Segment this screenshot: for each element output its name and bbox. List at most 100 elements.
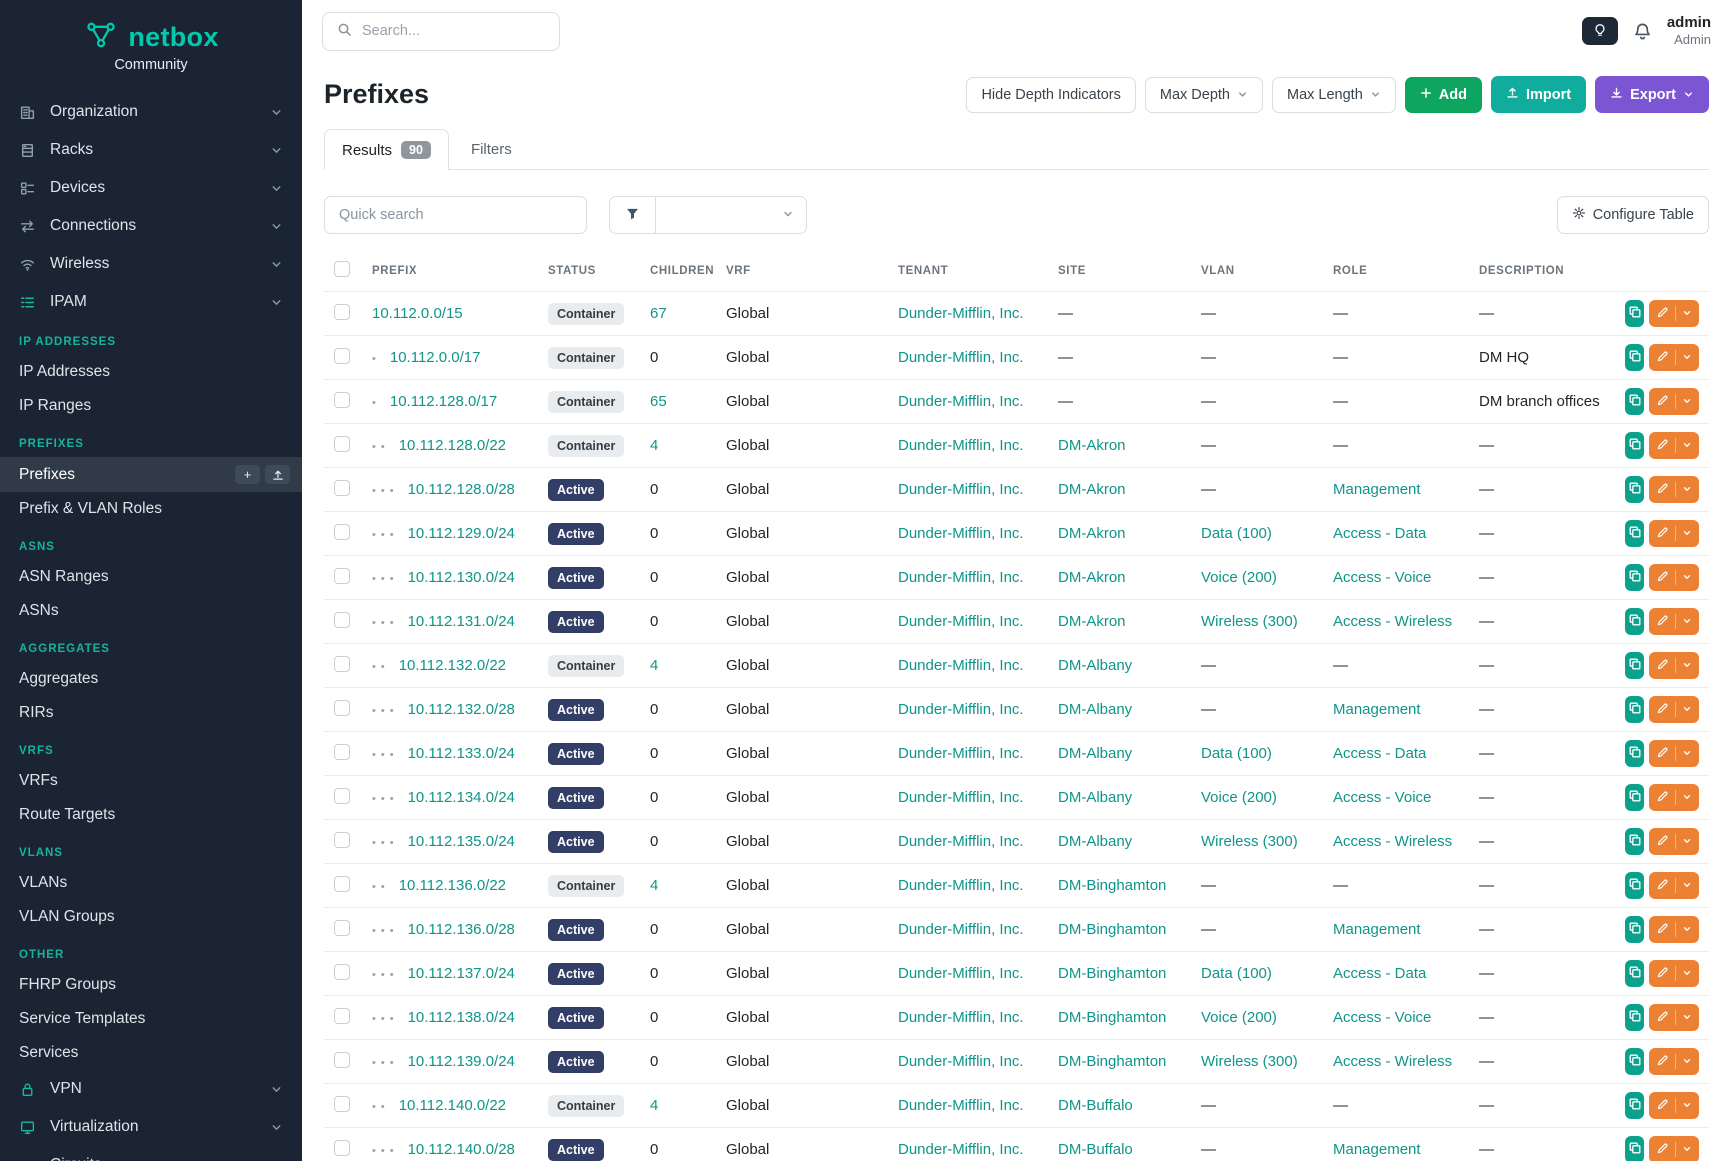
user-menu[interactable]: admin Admin bbox=[1667, 14, 1711, 49]
prefix-link[interactable]: 10.112.132.0/28 bbox=[408, 701, 515, 718]
prefix-link[interactable]: 10.112.139.0/24 bbox=[408, 1053, 515, 1070]
tenant-link[interactable]: Dunder-Mifflin, Inc. bbox=[898, 1097, 1024, 1114]
tenant-link[interactable]: Dunder-Mifflin, Inc. bbox=[898, 525, 1024, 542]
tenant-link[interactable]: Dunder-Mifflin, Inc. bbox=[898, 921, 1024, 938]
prefix-link[interactable]: 10.112.140.0/28 bbox=[408, 1141, 515, 1158]
site-link[interactable]: DM-Albany bbox=[1058, 657, 1132, 674]
site-link[interactable]: DM-Akron bbox=[1058, 569, 1126, 586]
select-all-checkbox[interactable] bbox=[334, 261, 350, 277]
tenant-link[interactable]: Dunder-Mifflin, Inc. bbox=[898, 745, 1024, 762]
prefix-link[interactable]: 10.112.140.0/22 bbox=[399, 1097, 506, 1114]
site-link[interactable]: DM-Albany bbox=[1058, 833, 1132, 850]
site-link[interactable]: DM-Binghamton bbox=[1058, 921, 1166, 938]
tenant-link[interactable]: Dunder-Mifflin, Inc. bbox=[898, 789, 1024, 806]
column-header-status[interactable]: STATUS bbox=[538, 250, 640, 292]
sidebar-item-fhrp-groups[interactable]: FHRP Groups bbox=[0, 968, 302, 1002]
row-checkbox[interactable] bbox=[334, 1096, 350, 1112]
edit-button[interactable] bbox=[1649, 1004, 1699, 1031]
prefix-link[interactable]: 10.112.130.0/24 bbox=[408, 569, 515, 586]
children-count[interactable]: 4 bbox=[650, 657, 658, 674]
site-link[interactable]: DM-Akron bbox=[1058, 437, 1126, 454]
vlan-link[interactable]: Wireless (300) bbox=[1201, 613, 1298, 630]
sidebar-item-vlan-groups[interactable]: VLAN Groups bbox=[0, 900, 302, 934]
import-button[interactable]: Import bbox=[1491, 76, 1586, 113]
prefix-link[interactable]: 10.112.135.0/24 bbox=[408, 833, 515, 850]
row-checkbox[interactable] bbox=[334, 832, 350, 848]
edit-button[interactable] bbox=[1649, 784, 1699, 811]
column-header-children[interactable]: CHILDREN bbox=[640, 250, 716, 292]
edit-button[interactable] bbox=[1649, 652, 1699, 679]
prefix-link[interactable]: 10.112.131.0/24 bbox=[408, 613, 515, 630]
site-link[interactable]: DM-Binghamton bbox=[1058, 1053, 1166, 1070]
site-link[interactable]: DM-Akron bbox=[1058, 613, 1126, 630]
prefix-link[interactable]: 10.112.137.0/24 bbox=[408, 965, 515, 982]
clone-button[interactable] bbox=[1625, 344, 1644, 371]
edit-button[interactable] bbox=[1649, 344, 1699, 371]
sidebar-item-aggregates[interactable]: Aggregates bbox=[0, 662, 302, 696]
row-checkbox[interactable] bbox=[334, 700, 350, 716]
tenant-link[interactable]: Dunder-Mifflin, Inc. bbox=[898, 393, 1024, 410]
prefix-link[interactable]: 10.112.128.0/28 bbox=[408, 481, 515, 498]
edit-button[interactable] bbox=[1649, 740, 1699, 767]
sidebar-item-prefixes[interactable]: Prefixes+ bbox=[0, 457, 302, 492]
prefix-link[interactable]: 10.112.133.0/24 bbox=[408, 745, 515, 762]
vlan-link[interactable]: Voice (200) bbox=[1201, 569, 1277, 586]
row-checkbox[interactable] bbox=[334, 568, 350, 584]
row-checkbox[interactable] bbox=[334, 920, 350, 936]
prefix-link[interactable]: 10.112.128.0/17 bbox=[390, 393, 497, 410]
site-link[interactable]: DM-Albany bbox=[1058, 789, 1132, 806]
prefix-link[interactable]: 10.112.136.0/22 bbox=[399, 877, 506, 894]
site-link[interactable]: DM-Albany bbox=[1058, 701, 1132, 718]
clone-button[interactable] bbox=[1625, 564, 1644, 591]
sidebar-item-prefix-vlan-roles[interactable]: Prefix & VLAN Roles bbox=[0, 492, 302, 526]
edit-button[interactable] bbox=[1649, 696, 1699, 723]
clone-button[interactable] bbox=[1625, 784, 1644, 811]
role-link[interactable]: Access - Wireless bbox=[1333, 833, 1452, 850]
sidebar-item-rirs[interactable]: RIRs bbox=[0, 696, 302, 730]
add-button[interactable]: Add bbox=[1405, 77, 1482, 113]
row-checkbox[interactable] bbox=[334, 656, 350, 672]
sidebar-item-ip-ranges[interactable]: IP Ranges bbox=[0, 389, 302, 423]
sidebar-item-service-templates[interactable]: Service Templates bbox=[0, 1002, 302, 1036]
sidebar-item-organization[interactable]: Organization bbox=[0, 93, 302, 131]
clone-button[interactable] bbox=[1625, 960, 1644, 987]
clone-button[interactable] bbox=[1625, 652, 1644, 679]
edit-button[interactable] bbox=[1649, 564, 1699, 591]
tenant-link[interactable]: Dunder-Mifflin, Inc. bbox=[898, 481, 1024, 498]
role-link[interactable]: Access - Data bbox=[1333, 525, 1426, 542]
sidebar-item-asn-ranges[interactable]: ASN Ranges bbox=[0, 560, 302, 594]
row-checkbox[interactable] bbox=[334, 964, 350, 980]
clone-button[interactable] bbox=[1625, 520, 1644, 547]
prefix-link[interactable]: 10.112.0.0/17 bbox=[390, 349, 481, 366]
tenant-link[interactable]: Dunder-Mifflin, Inc. bbox=[898, 437, 1024, 454]
vlan-link[interactable]: Wireless (300) bbox=[1201, 833, 1298, 850]
tenant-link[interactable]: Dunder-Mifflin, Inc. bbox=[898, 833, 1024, 850]
column-header-site[interactable]: SITE bbox=[1048, 250, 1191, 292]
sidebar-item-services[interactable]: Services bbox=[0, 1036, 302, 1070]
role-link[interactable]: Access - Voice bbox=[1333, 569, 1431, 586]
sidebar-item-ipam[interactable]: IPAM bbox=[0, 283, 302, 321]
site-link[interactable]: DM-Buffalo bbox=[1058, 1097, 1133, 1114]
export-dropdown[interactable]: Export bbox=[1595, 76, 1709, 113]
role-link[interactable]: Access - Wireless bbox=[1333, 613, 1452, 630]
edit-button[interactable] bbox=[1649, 1048, 1699, 1075]
column-header-vlan[interactable]: VLAN bbox=[1191, 250, 1323, 292]
clone-button[interactable] bbox=[1625, 388, 1644, 415]
role-link[interactable]: Management bbox=[1333, 921, 1421, 938]
edit-button[interactable] bbox=[1649, 828, 1699, 855]
role-link[interactable]: Management bbox=[1333, 701, 1421, 718]
tenant-link[interactable]: Dunder-Mifflin, Inc. bbox=[898, 1141, 1024, 1158]
tab-filters[interactable]: Filters bbox=[453, 129, 530, 169]
tenant-link[interactable]: Dunder-Mifflin, Inc. bbox=[898, 613, 1024, 630]
clone-button[interactable] bbox=[1625, 1136, 1644, 1161]
role-link[interactable]: Access - Voice bbox=[1333, 789, 1431, 806]
prefix-link[interactable]: 10.112.128.0/22 bbox=[399, 437, 506, 454]
prefix-link[interactable]: 10.112.138.0/24 bbox=[408, 1009, 515, 1026]
site-link[interactable]: DM-Binghamton bbox=[1058, 877, 1166, 894]
vlan-link[interactable]: Voice (200) bbox=[1201, 1009, 1277, 1026]
edit-button[interactable] bbox=[1649, 476, 1699, 503]
prefix-link[interactable]: 10.112.134.0/24 bbox=[408, 789, 515, 806]
clone-button[interactable] bbox=[1625, 1048, 1644, 1075]
column-header-vrf[interactable]: VRF bbox=[716, 250, 888, 292]
clone-button[interactable] bbox=[1625, 1092, 1644, 1119]
